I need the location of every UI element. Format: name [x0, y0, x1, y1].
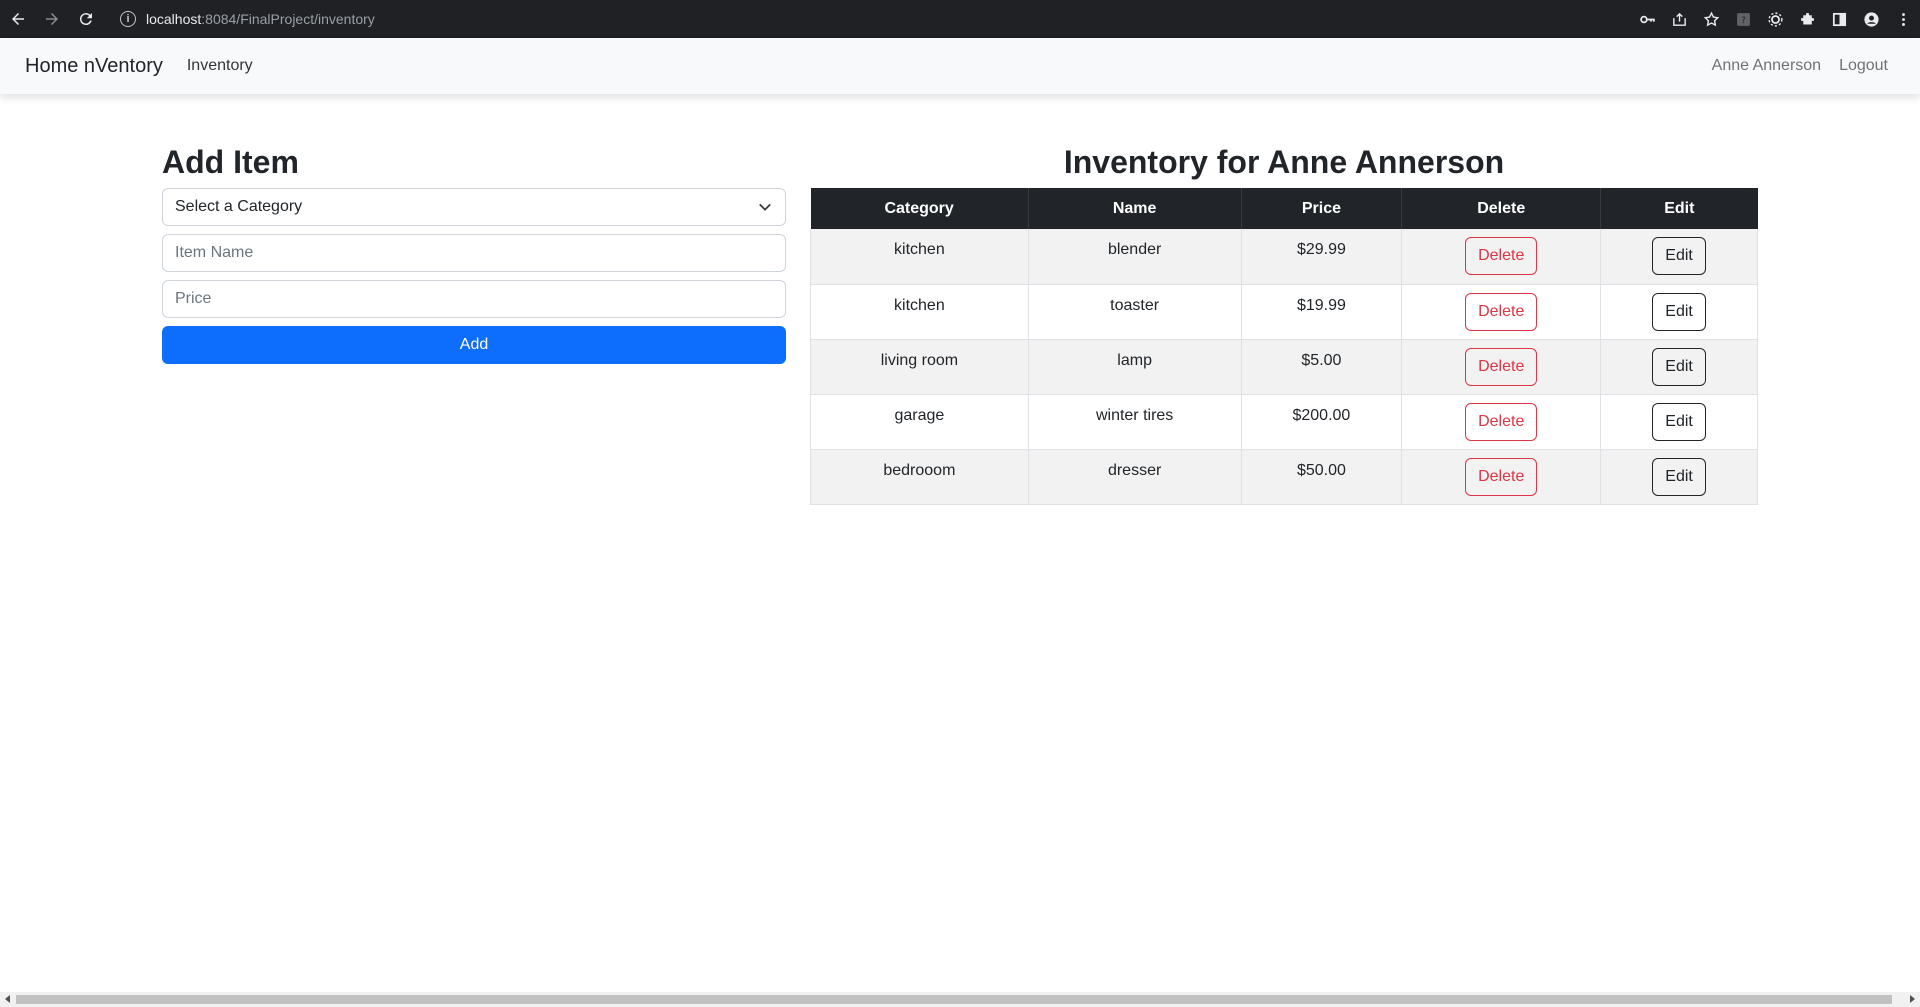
inventory-title: Inventory for Anne Annerson: [1063, 144, 1505, 180]
key-icon[interactable]: [1638, 10, 1656, 28]
url-host: localhost: [146, 11, 202, 27]
scroll-left-arrow-icon[interactable]: [5, 995, 10, 1003]
cell-category: living room: [810, 339, 1029, 395]
svg-text:?: ?: [1741, 15, 1746, 26]
delete-button[interactable]: Delete: [1465, 347, 1538, 386]
share-icon[interactable]: [1670, 10, 1688, 28]
cell-category: garage: [810, 394, 1029, 450]
table-row: living room lamp $5.00 Delete Edit: [810, 339, 1758, 395]
address-bar[interactable]: i localhost:8084/FinalProject/inventory: [110, 4, 1580, 34]
header-delete: Delete: [1401, 188, 1602, 229]
cell-delete: Delete: [1401, 284, 1602, 340]
reload-icon[interactable]: [70, 3, 102, 35]
star-icon[interactable]: [1702, 10, 1720, 28]
category-select[interactable]: Select a Category: [162, 188, 786, 226]
cell-name: winter tires: [1028, 394, 1242, 450]
cell-name: blender: [1028, 229, 1242, 285]
add-item-title: Add Item: [162, 144, 299, 180]
cell-price: $200.00: [1241, 394, 1403, 450]
cell-price: $5.00: [1241, 339, 1403, 395]
delete-button[interactable]: Delete: [1465, 457, 1538, 496]
header-category: Category: [810, 188, 1029, 229]
add-button[interactable]: Add: [162, 326, 786, 364]
edit-button[interactable]: Edit: [1652, 292, 1706, 331]
cell-price: $50.00: [1241, 449, 1403, 505]
table-row: kitchen toaster $19.99 Delete Edit: [810, 284, 1758, 340]
cell-delete: Delete: [1401, 394, 1602, 450]
nav-link-inventory[interactable]: Inventory: [187, 57, 253, 75]
cell-delete: Delete: [1401, 449, 1602, 505]
header-price: Price: [1241, 188, 1403, 229]
side-panel-icon[interactable]: [1830, 10, 1848, 28]
puzzle-icon[interactable]: [1798, 10, 1816, 28]
header-edit: Edit: [1600, 188, 1758, 229]
cell-edit: Edit: [1600, 229, 1758, 285]
inventory-section: Inventory for Anne Annerson Category Nam…: [810, 138, 1758, 505]
table-row: bedrooom dresser $50.00 Delete Edit: [810, 449, 1758, 505]
item-name-input[interactable]: [162, 234, 786, 272]
add-item-form: Add Item Select a Category Add: [162, 138, 786, 364]
edit-button[interactable]: Edit: [1652, 402, 1706, 441]
cell-name: toaster: [1028, 284, 1242, 340]
back-arrow-icon[interactable]: [2, 3, 34, 35]
edit-button[interactable]: Edit: [1652, 457, 1706, 496]
table-header-row: Category Name Price Delete Edit: [810, 188, 1758, 229]
cell-price: $29.99: [1241, 229, 1403, 285]
horizontal-scrollbar[interactable]: [0, 992, 1920, 1007]
cell-edit: Edit: [1600, 449, 1758, 505]
cell-edit: Edit: [1600, 394, 1758, 450]
scroll-right-arrow-icon[interactable]: [1910, 995, 1915, 1003]
edit-button[interactable]: Edit: [1652, 347, 1706, 386]
url-path: :8084/FinalProject/inventory: [201, 11, 375, 27]
cell-delete: Delete: [1401, 229, 1602, 285]
forward-arrow-icon[interactable]: [36, 3, 68, 35]
delete-button[interactable]: Delete: [1465, 237, 1538, 275]
chevron-down-icon: [759, 203, 771, 211]
logout-link[interactable]: Logout: [1839, 57, 1888, 75]
cell-category: kitchen: [810, 229, 1029, 285]
category-select-wrapper: Select a Category: [162, 188, 786, 226]
cell-edit: Edit: [1600, 339, 1758, 395]
site-info-icon[interactable]: i: [120, 11, 136, 27]
cell-category: bedrooom: [810, 449, 1029, 505]
profile-icon[interactable]: [1862, 10, 1880, 28]
cell-category: kitchen: [810, 284, 1029, 340]
edit-button[interactable]: Edit: [1652, 237, 1706, 275]
price-input[interactable]: [162, 280, 786, 318]
brand-link[interactable]: Home nVentory: [25, 55, 163, 78]
delete-button[interactable]: Delete: [1465, 402, 1538, 441]
table-row: garage winter tires $200.00 Delete Edit: [810, 394, 1758, 450]
scrollbar-thumb[interactable]: [16, 995, 1892, 1004]
kebab-menu-icon[interactable]: [1894, 10, 1912, 28]
table-row: kitchen blender $29.99 Delete Edit: [810, 229, 1758, 285]
extension-gear-icon[interactable]: [1766, 10, 1784, 28]
extension-help-icon[interactable]: ?: [1734, 10, 1752, 28]
cell-name: dresser: [1028, 449, 1242, 505]
cell-delete: Delete: [1401, 339, 1602, 395]
user-name-link[interactable]: Anne Annerson: [1712, 57, 1821, 75]
delete-button[interactable]: Delete: [1465, 292, 1538, 331]
cell-price: $19.99: [1241, 284, 1403, 340]
header-name: Name: [1028, 188, 1242, 229]
app-navbar: Home nVentory Inventory Anne Annerson Lo…: [0, 38, 1920, 94]
browser-toolbar: i localhost:8084/FinalProject/inventory …: [0, 0, 1920, 38]
inventory-table: Category Name Price Delete Edit kitchen …: [810, 188, 1758, 505]
cell-edit: Edit: [1600, 284, 1758, 340]
cell-name: lamp: [1028, 339, 1242, 395]
